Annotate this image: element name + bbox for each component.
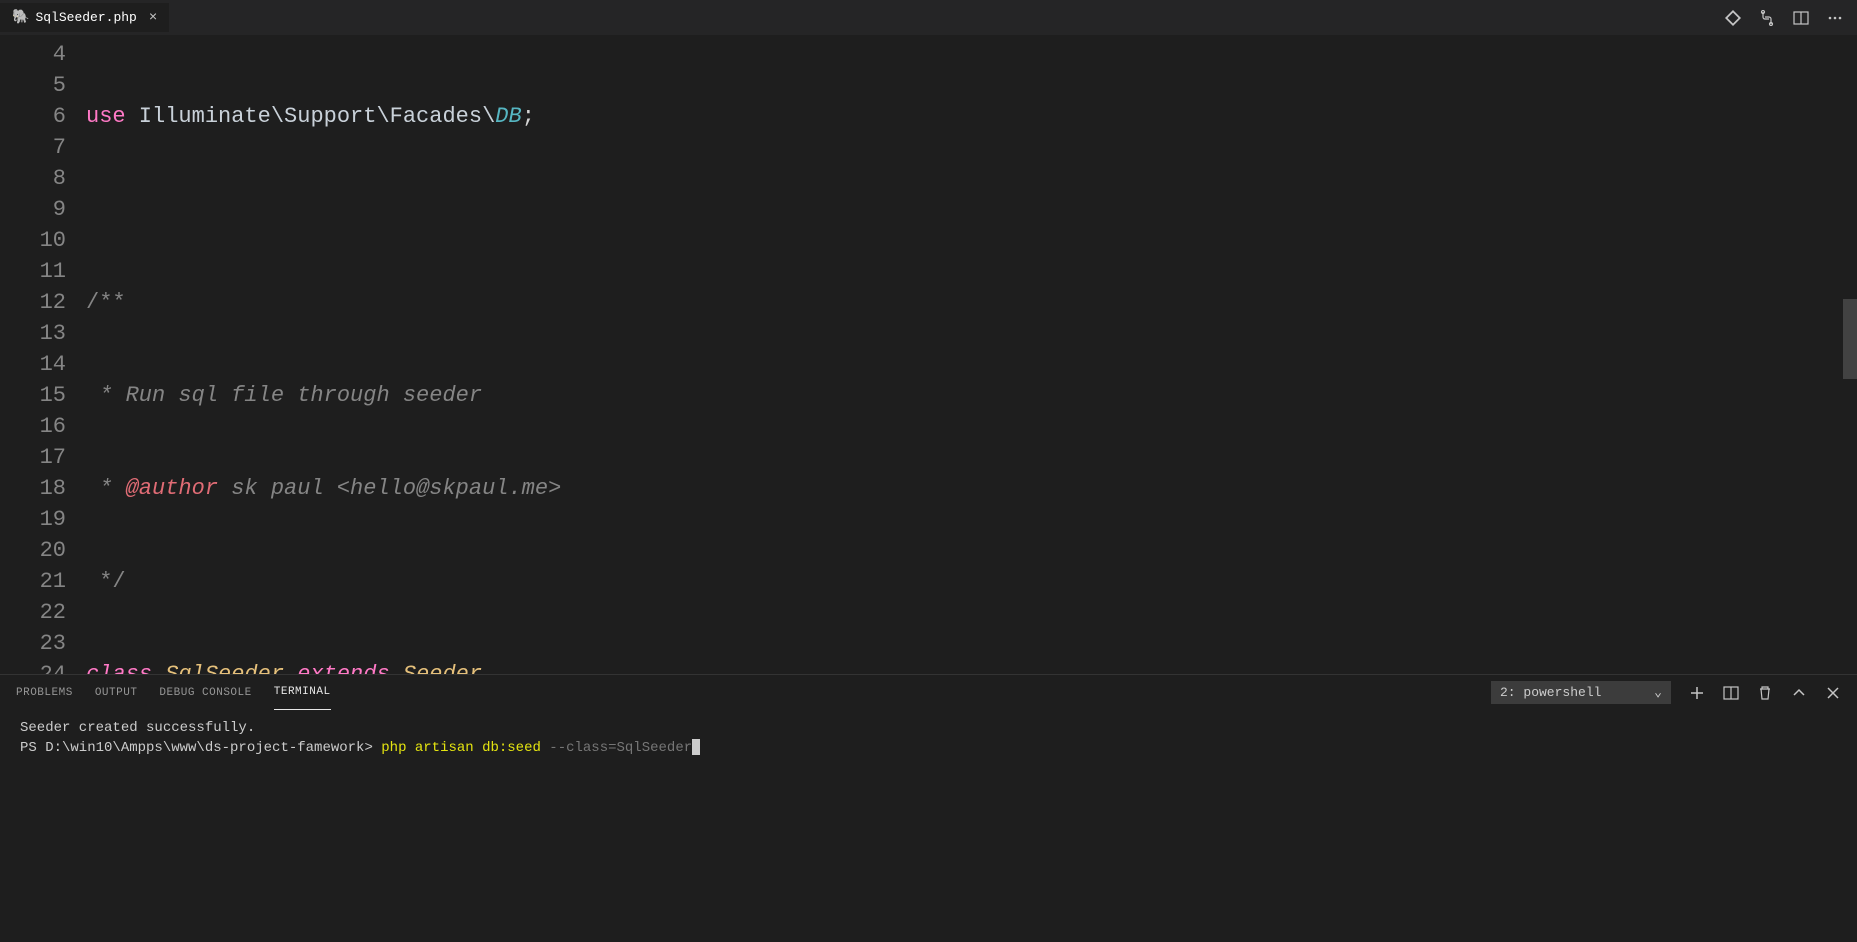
code-line: * @author sk paul <hello@skpaul.me> [86,473,1857,504]
terminal-content[interactable]: Seeder created successfully. PS D:\win10… [0,710,1857,766]
panel-tab-output[interactable]: OUTPUT [95,675,138,710]
code-line: /** [86,287,1857,318]
terminal-cursor [692,739,700,755]
more-actions-icon[interactable] [1827,10,1843,26]
scrollbar-thumb[interactable] [1843,299,1857,379]
editor-area[interactable]: 4 5 6 7 8 9 10 11 12 13 14 15 16 17 18 1… [0,35,1857,674]
tab-filename: SqlSeeder.php [35,10,136,25]
panel-tab-terminal[interactable]: TERMINAL [274,675,331,710]
editor-tab-sqlseeder[interactable]: 🐘 SqlSeeder.php × [0,3,170,32]
tab-actions [1725,10,1857,26]
code-line: use Illuminate\Support\Facades\DB; [86,101,1857,132]
split-terminal-icon[interactable] [1723,685,1739,701]
compare-icon[interactable] [1759,10,1775,26]
tab-bar: 🐘 SqlSeeder.php × [0,0,1857,35]
code-line [86,194,1857,225]
terminal-line: Seeder created successfully. [20,718,1837,738]
php-icon: 🐘 [12,9,29,26]
panel-tabs: PROBLEMS OUTPUT DEBUG CONSOLE TERMINAL 2… [0,675,1857,710]
panel-tab-problems[interactable]: PROBLEMS [16,675,73,710]
editor-scrollbar[interactable] [1843,39,1857,674]
new-terminal-icon[interactable] [1689,685,1705,701]
kill-terminal-icon[interactable] [1757,685,1773,701]
code-content[interactable]: use Illuminate\Support\Facades\DB; /** *… [86,39,1857,674]
line-number-gutter: 4 5 6 7 8 9 10 11 12 13 14 15 16 17 18 1… [0,39,86,674]
close-panel-icon[interactable] [1825,685,1841,701]
panel-tab-debug-console[interactable]: DEBUG CONSOLE [159,675,251,710]
source-control-icon[interactable] [1725,10,1741,26]
terminal-line: PS D:\win10\Ampps\www\ds-project-famewor… [20,738,1837,758]
terminal-selector[interactable]: 2: powershell ⌄ [1491,681,1671,704]
chevron-down-icon: ⌄ [1654,685,1662,700]
bottom-panel: PROBLEMS OUTPUT DEBUG CONSOLE TERMINAL 2… [0,674,1857,942]
code-line: * Run sql file through seeder [86,380,1857,411]
terminal-selector-label: 2: powershell [1500,685,1601,700]
code-line: */ [86,566,1857,597]
split-editor-icon[interactable] [1793,10,1809,26]
tabs: 🐘 SqlSeeder.php × [0,3,170,32]
maximize-panel-icon[interactable] [1791,685,1807,701]
close-tab-icon[interactable]: × [149,10,157,26]
code-line: class SqlSeeder extends Seeder [86,659,1857,674]
